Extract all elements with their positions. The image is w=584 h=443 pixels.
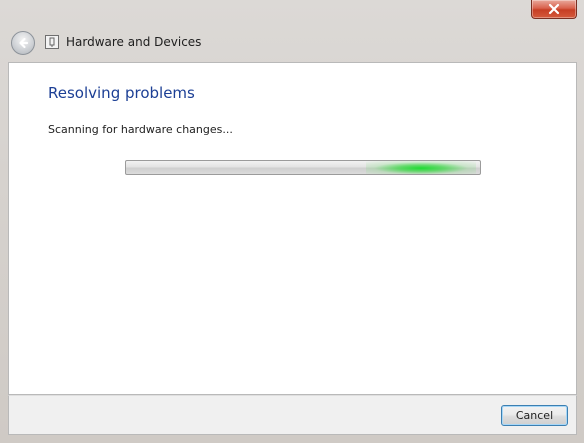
footer-bar: Cancel	[8, 395, 577, 435]
content-panel: Resolving problems Scanning for hardware…	[8, 62, 577, 395]
cancel-button[interactable]: Cancel	[501, 405, 568, 426]
page-title: Resolving problems	[48, 84, 195, 102]
back-arrow-icon	[19, 37, 29, 49]
navigation-bar: Hardware and Devices	[0, 27, 584, 59]
title-bar[interactable]	[0, 0, 584, 26]
nav-title: Hardware and Devices	[66, 35, 202, 49]
close-button[interactable]	[531, 0, 577, 19]
back-button[interactable]	[11, 31, 35, 55]
progress-bar	[125, 160, 481, 175]
progress-glow	[366, 161, 476, 174]
hardware-icon	[45, 35, 59, 49]
troubleshooter-window: Hardware and Devices Resolving problems …	[0, 0, 584, 443]
close-icon	[548, 3, 560, 15]
status-text: Scanning for hardware changes...	[48, 123, 233, 136]
hardware-glyph-icon	[49, 37, 55, 47]
